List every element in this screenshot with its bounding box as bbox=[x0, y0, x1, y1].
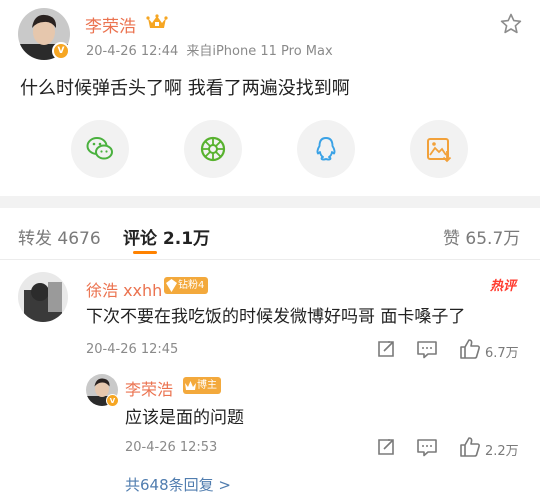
repost-icon[interactable] bbox=[376, 339, 396, 359]
commenter-avatar[interactable] bbox=[18, 272, 68, 322]
hot-comment-label: 热评 bbox=[490, 279, 517, 294]
section-divider bbox=[0, 196, 540, 208]
verified-badge: V bbox=[52, 42, 70, 60]
tab-comment[interactable]: 评论 2.1万 bbox=[123, 224, 210, 249]
host-badge-label: 博主 bbox=[197, 380, 217, 391]
comment-text: 下次不要在我吃饭的时候发微博好吗哥 面卡嗓子了 bbox=[86, 307, 466, 327]
share-wechat-button[interactable] bbox=[71, 120, 129, 178]
comment-time: 20-4-26 12:45 bbox=[86, 342, 179, 357]
post-meta: 20-4-26 12:44 来自iPhone 11 Pro Max bbox=[86, 40, 333, 59]
picture-icon bbox=[427, 138, 452, 163]
post-date: 20-4-26 12:44 bbox=[86, 44, 179, 59]
like-icon[interactable] bbox=[459, 338, 481, 360]
reply-like-icon[interactable] bbox=[459, 436, 481, 458]
share-qq-button[interactable] bbox=[297, 120, 355, 178]
post-author-name[interactable]: 李荣浩 bbox=[85, 12, 136, 37]
save-image-button[interactable] bbox=[410, 120, 468, 178]
comment-author-name[interactable]: 徐浩 xxhh bbox=[86, 277, 162, 301]
member-crown-icon bbox=[146, 14, 168, 28]
tab-bar: 转发 4676 评论 2.1万 赞 65.7万 bbox=[0, 208, 540, 260]
moments-icon bbox=[200, 136, 226, 162]
fan-level-label: 钻粉4 bbox=[178, 280, 205, 291]
reply-comment-icon[interactable] bbox=[416, 437, 438, 457]
reply-like-count: 2.2万 bbox=[485, 444, 519, 459]
reply-verified-badge: V bbox=[106, 394, 119, 407]
crown-icon bbox=[185, 381, 196, 390]
post-header: V 李荣浩 20-4-26 12:44 来自iPhone 11 Pro Max bbox=[0, 0, 540, 68]
tab-active-indicator bbox=[133, 251, 157, 254]
diamond-icon bbox=[166, 279, 177, 292]
reply-repost-icon[interactable] bbox=[376, 437, 396, 457]
fan-level-badge: 钻粉4 bbox=[164, 277, 209, 294]
comment-like-count: 6.7万 bbox=[485, 346, 519, 361]
qq-icon bbox=[316, 137, 336, 161]
post-text: 什么时候弹舌头了啊 我看了两遍没找到啊 bbox=[20, 78, 350, 99]
tab-like[interactable]: 赞 65.7万 bbox=[443, 224, 520, 249]
tab-repost[interactable]: 转发 4676 bbox=[18, 224, 101, 249]
share-moments-button[interactable] bbox=[184, 120, 242, 178]
reply-author-name[interactable]: 李荣浩 bbox=[125, 376, 173, 400]
star-icon[interactable] bbox=[499, 12, 523, 36]
share-row bbox=[0, 120, 540, 180]
reply-time: 20-4-26 12:53 bbox=[125, 440, 218, 455]
post-source: 来自iPhone 11 Pro Max bbox=[186, 44, 333, 59]
more-replies-link[interactable]: 共648条回复 > bbox=[125, 474, 231, 495]
host-badge: 博主 bbox=[183, 377, 221, 394]
wechat-icon bbox=[86, 137, 113, 160]
reply-text: 应该是面的问题 bbox=[125, 408, 244, 428]
comment-icon[interactable] bbox=[416, 339, 438, 359]
